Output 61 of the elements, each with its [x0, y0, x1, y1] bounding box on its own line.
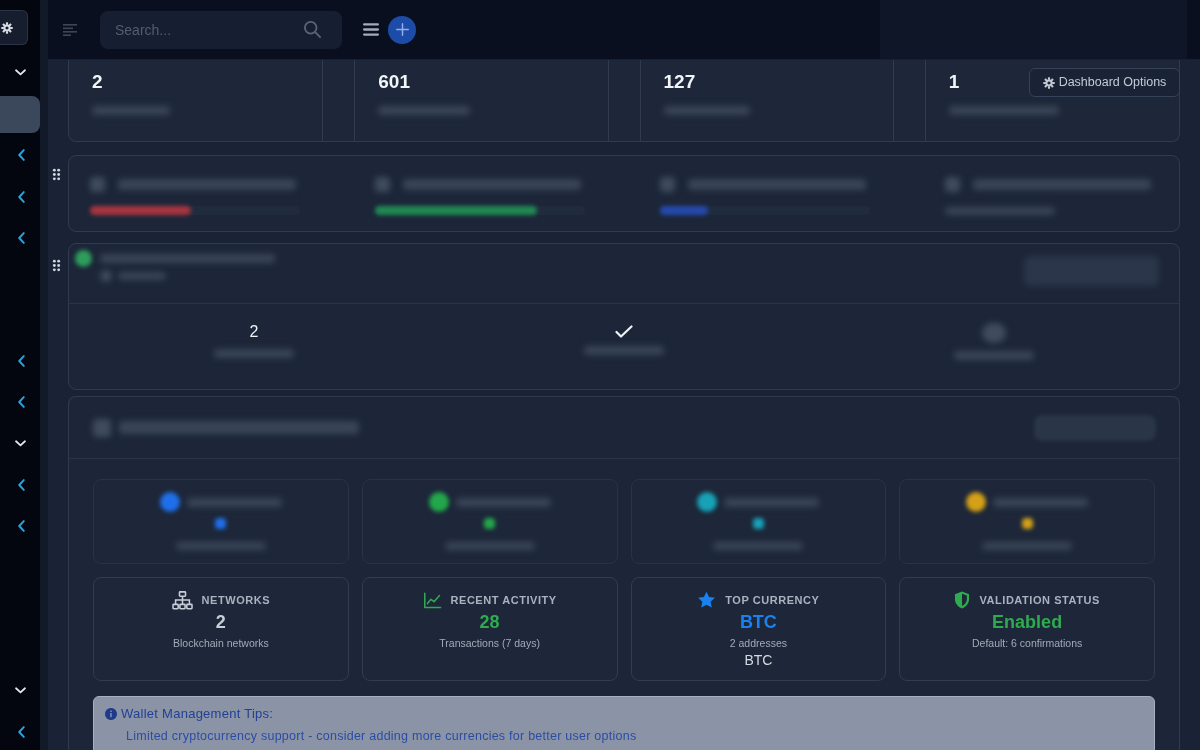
blurred-icon	[100, 270, 112, 282]
search-field[interactable]: Search...	[100, 10, 342, 49]
chevron-left-icon[interactable]	[18, 726, 25, 738]
sidebar-toggle-icon[interactable]	[63, 23, 77, 36]
tile-label: RECENT ACTIVITY	[450, 592, 557, 608]
settings-icon	[1, 21, 13, 34]
drag-handle-icon[interactable]	[52, 259, 61, 272]
stat-value: 1	[948, 70, 960, 94]
chevron-left-icon[interactable]	[18, 231, 25, 244]
stat-value: 127	[663, 70, 696, 94]
settings-icon	[1042, 76, 1055, 89]
stat-value: 2	[92, 70, 103, 94]
chevron-left-icon[interactable]	[18, 478, 25, 491]
tile-note: 2 addresses	[729, 636, 787, 650]
blurred-icon	[90, 177, 105, 192]
sitemap-icon	[171, 590, 193, 610]
blurred-icon	[484, 518, 496, 529]
tile-label: VALIDATION STATUS	[979, 592, 1100, 608]
add-button[interactable]	[388, 15, 416, 44]
shield-icon	[954, 591, 971, 609]
drag-handle-icon[interactable]	[52, 168, 61, 181]
tips-text: Limited cryptocurrency support - consider adding more currencies for better user options	[126, 728, 638, 744]
chevron-left-icon[interactable]	[18, 355, 25, 368]
tile-label: TOP CURRENCY	[725, 592, 820, 608]
chevron-left-icon[interactable]	[18, 520, 25, 533]
chevron-left-icon[interactable]	[18, 396, 25, 409]
dashboard-options-button[interactable]: Dashboard Options	[1029, 68, 1180, 97]
tile-value: 28	[479, 611, 500, 633]
stat-value: 601	[378, 70, 410, 94]
chevron-left-icon[interactable]	[18, 149, 25, 162]
chevron-down-icon[interactable]	[14, 687, 26, 695]
settings-button[interactable]	[0, 10, 28, 45]
tile-value: BTC	[739, 611, 777, 633]
check-icon	[615, 325, 633, 338]
blurred-icon	[93, 418, 111, 437]
blurred-icon	[752, 518, 764, 529]
chevron-down-icon[interactable]	[14, 69, 26, 77]
chevron-left-icon[interactable]	[18, 190, 25, 203]
blurred-icon	[1021, 518, 1033, 529]
blurred-icon	[375, 177, 390, 192]
summary-value: 2	[249, 323, 259, 341]
plus-icon	[395, 23, 409, 36]
tile-note: Transactions (7 days)	[439, 636, 540, 650]
tips-title: Wallet Management Tips:	[121, 706, 274, 722]
info-icon	[105, 708, 117, 720]
blurred-icon	[982, 323, 1006, 343]
blurred-icon	[660, 177, 675, 192]
tile-value: Enabled	[992, 611, 1063, 633]
tile-note: Default: 6 confirmations	[971, 636, 1083, 650]
star-icon	[697, 591, 717, 609]
blurred-icon	[215, 518, 227, 529]
menu-icon[interactable]	[363, 23, 379, 36]
blurred-text	[118, 272, 166, 280]
tile-value: 2	[215, 611, 226, 633]
chevron-down-icon[interactable]	[14, 440, 26, 448]
tile-currency: BTC	[744, 652, 773, 669]
search-icon[interactable]	[304, 21, 321, 38]
blurred-icon	[945, 177, 960, 192]
tile-note: Blockchain networks	[173, 636, 269, 650]
tile-label: NETWORKS	[201, 592, 271, 608]
line-chart-icon	[422, 591, 442, 609]
